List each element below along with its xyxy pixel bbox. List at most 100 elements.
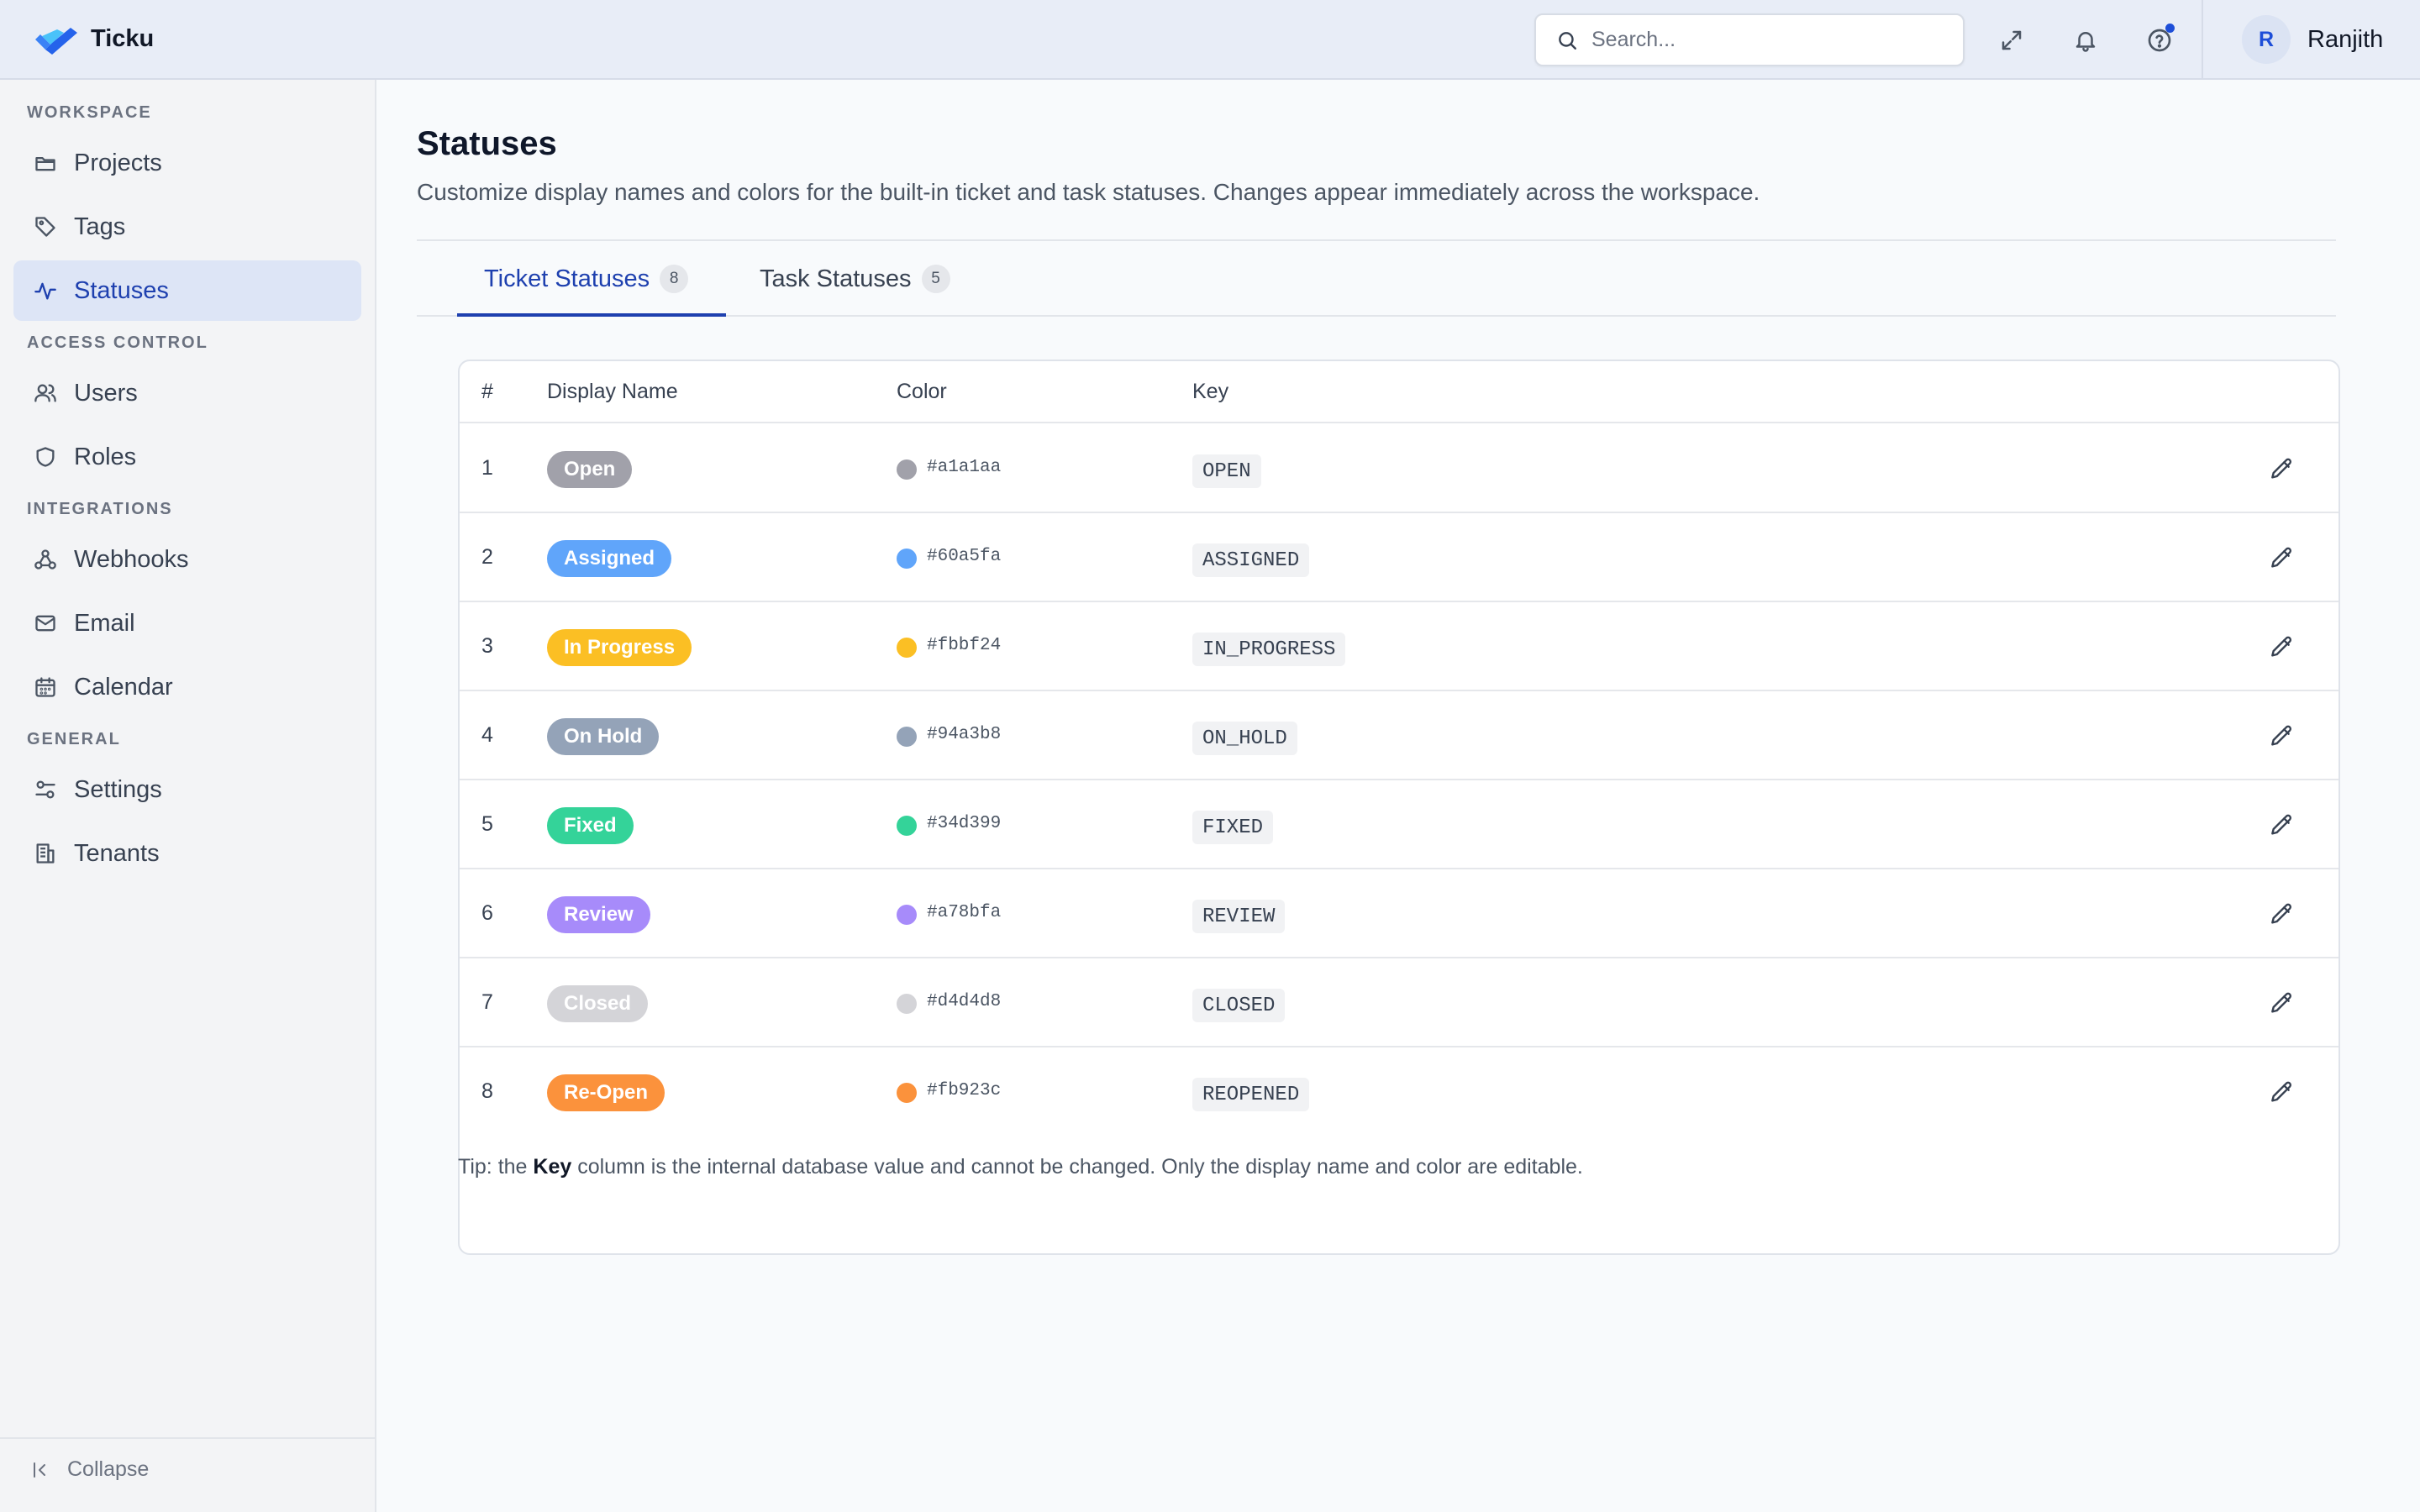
sidebar-item-tags[interactable]: Tags xyxy=(13,197,361,257)
status-key: CLOSED xyxy=(1192,989,1286,1022)
status-badge: In Progress xyxy=(547,629,692,666)
edit-button[interactable] xyxy=(2266,811,2296,841)
user-name: Ranjith xyxy=(2307,25,2384,53)
sidebar-item-users[interactable]: Users xyxy=(13,363,361,423)
sidebar-item-webhooks[interactable]: Webhooks xyxy=(13,529,361,590)
sidebar-item-label: Statuses xyxy=(74,276,169,304)
color-hex: #fb923c xyxy=(927,1081,1002,1100)
notifications-button[interactable] xyxy=(2065,20,2106,60)
color-swatch xyxy=(897,727,917,747)
search-input[interactable] xyxy=(1591,28,1944,52)
collapse-left-icon xyxy=(34,1462,45,1478)
sidebar-item-statuses[interactable]: Statuses xyxy=(13,260,361,321)
table-header: # Display Name Color Key xyxy=(460,361,2338,423)
row-number: 7 xyxy=(481,990,493,1014)
status-key: OPEN xyxy=(1192,454,1261,488)
pencil-icon xyxy=(2271,992,2292,1013)
edit-button[interactable] xyxy=(2266,633,2296,663)
sidebar-item-label: Users xyxy=(74,379,138,407)
sidebar-item-tenants[interactable]: Tenants xyxy=(13,823,361,884)
column-header-display-name: Display Name xyxy=(547,380,678,403)
notification-dot xyxy=(2165,24,2175,33)
tip-prefix: Tip: the xyxy=(458,1155,534,1179)
bell-icon xyxy=(2075,32,2096,52)
sidebar-item-settings[interactable]: Settings xyxy=(13,759,361,820)
row-number: 4 xyxy=(481,723,493,747)
user-menu[interactable]: R Ranjith xyxy=(2242,15,2383,64)
tab-count-badge: 5 xyxy=(921,265,950,293)
color-swatch xyxy=(897,905,917,925)
sidebar-item-label: Settings xyxy=(74,775,162,803)
sidebar-item-email[interactable]: Email xyxy=(13,593,361,654)
status-key: REOPENED xyxy=(1192,1078,1310,1111)
building-icon xyxy=(36,843,55,864)
row-number: 2 xyxy=(481,545,493,569)
row-number: 6 xyxy=(481,901,493,925)
app-name: Ticku xyxy=(91,25,155,52)
color-hex: #a78bfa xyxy=(927,903,1002,922)
color-swatch xyxy=(897,549,917,569)
search-box[interactable] xyxy=(1534,13,1965,66)
sidebar-item-label: Webhooks xyxy=(74,545,189,573)
expand-icon xyxy=(2002,30,2022,50)
color-hex: #60a5fa xyxy=(927,547,1002,566)
row-number: 1 xyxy=(481,456,493,480)
status-badge: Closed xyxy=(547,985,649,1022)
status-badge: Fixed xyxy=(547,807,634,844)
color-hex: #34d399 xyxy=(927,814,1002,833)
collapse-button[interactable]: Collapse xyxy=(30,1457,149,1482)
collapse-label: Collapse xyxy=(67,1457,150,1481)
tab-ticket-statuses[interactable]: Ticket Statuses 8 xyxy=(484,241,689,317)
color-swatch xyxy=(897,994,917,1014)
column-header-number: # xyxy=(481,380,493,403)
help-button[interactable] xyxy=(2139,20,2180,60)
webhook-icon xyxy=(34,549,56,570)
sidebar-item-roles[interactable]: Roles xyxy=(13,427,361,487)
statuses-table: # Display Name Color Key 1 Open #a1a1aa OPE… xyxy=(458,360,2340,1255)
search-icon xyxy=(1559,31,1576,50)
brand[interactable]: Ticku xyxy=(34,24,154,55)
edit-button[interactable] xyxy=(2266,900,2296,930)
sidebar-item-label: Tenants xyxy=(74,839,160,867)
table-row: 4 On Hold #94a3b8 ON_HOLD xyxy=(460,691,2338,780)
tab-count-badge: 8 xyxy=(660,265,689,293)
pencil-icon xyxy=(2271,903,2292,924)
edit-button[interactable] xyxy=(2266,722,2296,752)
column-header-color: Color xyxy=(897,380,947,403)
row-number: 5 xyxy=(481,812,493,836)
folder-icon xyxy=(35,157,55,171)
tab-task-statuses[interactable]: Task Statuses 5 xyxy=(760,241,950,317)
calendar-icon xyxy=(35,677,55,697)
edit-button[interactable] xyxy=(2266,989,2296,1019)
column-header-key: Key xyxy=(1192,380,1229,403)
status-badge: Re-Open xyxy=(547,1074,666,1111)
section-label-general: GENERAL xyxy=(27,730,121,748)
table-row: 2 Assigned #60a5fa ASSIGNED xyxy=(460,513,2338,602)
edit-button[interactable] xyxy=(2266,1078,2296,1108)
table-row: 1 Open #a1a1aa OPEN xyxy=(460,424,2338,513)
tip-suffix: column is the internal database value an… xyxy=(571,1155,1583,1179)
color-swatch xyxy=(897,638,917,658)
pencil-icon xyxy=(2271,1081,2292,1102)
sidebar-item-projects[interactable]: Projects xyxy=(13,133,361,193)
status-badge: Open xyxy=(547,451,633,488)
status-key: IN_PROGRESS xyxy=(1192,633,1346,666)
sidebar-item-calendar[interactable]: Calendar xyxy=(13,657,361,717)
edit-button[interactable] xyxy=(2266,543,2296,574)
sidebar-item-label: Tags xyxy=(74,213,126,240)
sliders-icon xyxy=(35,780,55,799)
color-swatch xyxy=(897,459,917,480)
pencil-icon xyxy=(2271,725,2292,746)
fullscreen-button[interactable] xyxy=(1991,20,2032,60)
tip-bold: Key xyxy=(533,1155,572,1179)
section-label-access-control: ACCESS CONTROL xyxy=(27,333,208,352)
table-row: 5 Fixed #34d399 FIXED xyxy=(460,780,2338,869)
pencil-icon xyxy=(2271,547,2292,568)
edit-button[interactable] xyxy=(2266,454,2296,485)
sidebar-divider xyxy=(0,1437,375,1439)
sidebar-item-label: Email xyxy=(74,609,135,637)
users-icon xyxy=(34,384,56,402)
table-row: 3 In Progress #fbbf24 IN_PROGRESS xyxy=(460,602,2338,691)
row-number: 3 xyxy=(481,634,493,658)
status-badge: Review xyxy=(547,896,650,933)
